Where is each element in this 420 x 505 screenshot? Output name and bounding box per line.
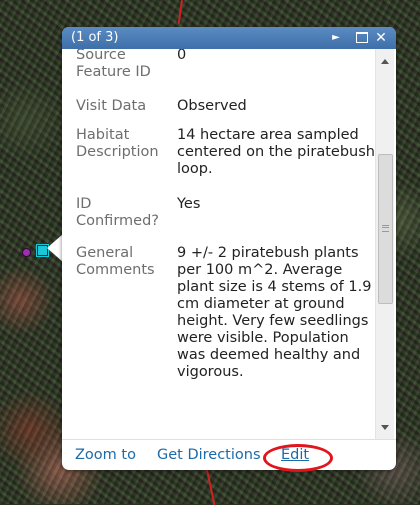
maximize-icon[interactable] [354,29,370,47]
next-feature-icon[interactable]: ► [328,29,344,47]
popup-title: (1 of 3) [71,30,119,45]
feature-popup: (1 of 3) ► ✕ Source Feature ID 0 Visit D… [62,27,396,472]
popup-content[interactable]: Source Feature ID 0 Visit Data Observed … [62,49,375,439]
popup-footer: Zoom to Get Directions Edit [62,439,396,472]
field-value: Yes [177,196,201,212]
field-value: Observed [177,98,247,114]
zoom-to-link[interactable]: Zoom to [75,447,136,463]
close-icon[interactable]: ✕ [373,29,389,47]
scrollbar-thumb[interactable] [378,154,393,304]
scroll-down-icon[interactable] [381,425,389,430]
field-label: ID Confirmed? [76,196,159,229]
popup-titlebar: (1 of 3) ► ✕ [62,27,396,49]
field-label: Habitat Description [76,127,159,160]
field-label: Visit Data [76,98,147,114]
popup-scrollbar[interactable] [375,49,394,439]
field-value: 9 +/- 2 piratebush plants per 100 m^2. A… [177,245,372,380]
field-value: 14 hectare area sampled centered on the … [177,127,375,177]
scroll-up-icon[interactable] [381,59,389,64]
highlight-circle [263,444,333,472]
popup-pointer [47,234,63,262]
field-label: Source Feature ID [76,49,151,80]
field-label: General Comments [76,245,155,278]
map-point-marker[interactable] [22,248,31,257]
field-value: 0 [177,49,187,63]
get-directions-link[interactable]: Get Directions [157,447,261,463]
grip-icon [382,225,389,232]
